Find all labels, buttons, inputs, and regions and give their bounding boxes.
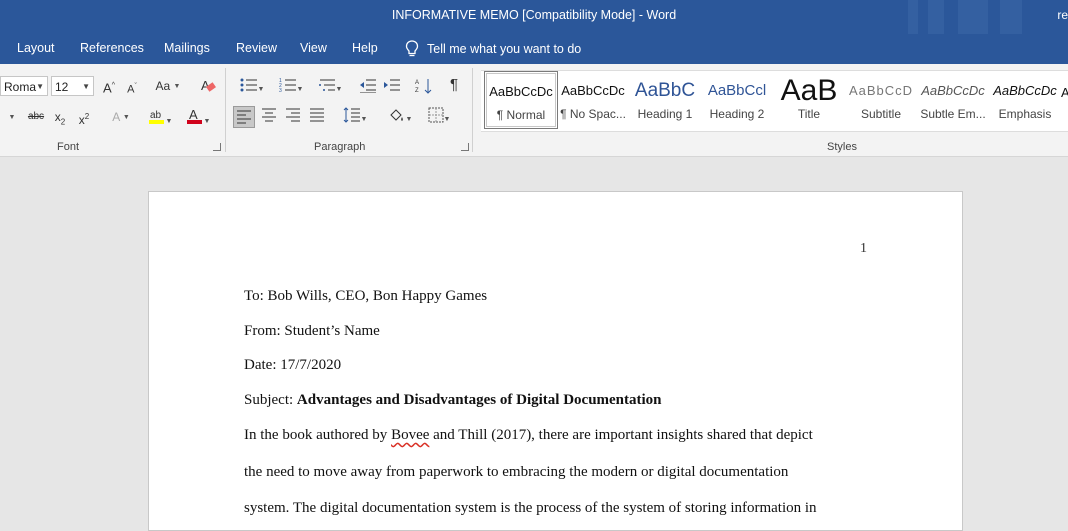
decrease-indent-icon[interactable]: [358, 77, 378, 98]
chevron-down-icon: ▼: [36, 82, 44, 91]
show-formatting-marks-icon[interactable]: ¶: [444, 76, 464, 94]
clear-formatting-icon[interactable]: A: [198, 77, 218, 98]
font-size-value: 12: [55, 80, 69, 94]
memo-to: To: Bob Wills, CEO, Bon Happy Games: [244, 288, 488, 304]
title-bar: INFORMATIVE MEMO [Compatibility Mode] - …: [0, 0, 1068, 34]
svg-text:3: 3: [279, 88, 282, 93]
body-line: system. The digital documentation system…: [244, 500, 817, 516]
multilevel-list-icon[interactable]: ▼: [314, 77, 346, 99]
change-case-icon[interactable]: Aa ▼: [152, 77, 184, 96]
align-center-icon[interactable]: [260, 108, 278, 127]
paragraph-dialog-launcher-icon[interactable]: [461, 143, 469, 151]
tab-review[interactable]: Review: [236, 41, 277, 55]
sort-icon[interactable]: AZ: [414, 77, 434, 100]
subscript-icon[interactable]: x2: [52, 108, 68, 131]
shading-icon[interactable]: ▼: [384, 107, 416, 129]
memo-subject: Subject: Advantages and Disadvantages of…: [244, 392, 662, 409]
body-text: In the book authored by: [244, 427, 392, 443]
style-preview: AaBbCcDc: [921, 83, 985, 98]
style-partial[interactable]: A: [1061, 85, 1068, 100]
style-preview: AaBbCcl: [707, 82, 767, 99]
tell-me-box[interactable]: Tell me what you want to do: [405, 40, 581, 58]
paragraph-group-label: Paragraph: [314, 141, 366, 153]
font-name-value: Roma: [4, 80, 37, 94]
style-name: ¶ Normal: [496, 108, 546, 122]
page-number: 1: [860, 241, 867, 256]
style-subtle-emphasis[interactable]: AaBbCcDc Subtle Em...: [917, 71, 989, 129]
borders-icon[interactable]: ▼: [423, 107, 455, 129]
superscript-icon[interactable]: x2: [76, 108, 92, 129]
font-dialog-launcher-icon[interactable]: [213, 143, 221, 151]
style-preview: AaBbCcD: [848, 83, 914, 98]
body-text: and Thill (2017), there are important in…: [429, 427, 813, 443]
window-title: INFORMATIVE MEMO [Compatibility Mode] - …: [391, 8, 677, 22]
group-divider: [225, 68, 226, 152]
style-name: Subtle Em...: [920, 107, 986, 121]
subject-text: Advantages and Disadvantages of Digital …: [296, 392, 662, 408]
svg-text:A: A: [415, 80, 419, 86]
font-group-label: Font: [57, 141, 80, 153]
style-emphasis[interactable]: AaBbCcDc Emphasis: [989, 71, 1061, 129]
style-heading-1[interactable]: AaBbC Heading 1: [629, 71, 701, 129]
misspelled-word[interactable]: Bovee: [391, 427, 429, 443]
style-preview: AaBbCcDc: [489, 84, 553, 99]
font-size-select[interactable]: 12 ▼: [51, 76, 94, 96]
highlight-color-icon[interactable]: ab ▼: [143, 107, 177, 131]
account-name[interactable]: re: [1057, 8, 1068, 22]
lightbulb-icon: [405, 40, 419, 57]
style-preview: AaBbCcDc: [561, 83, 625, 98]
increase-indent-icon[interactable]: [382, 77, 402, 98]
document-page[interactable]: 1 To: Bob Wills, CEO, Bon Happy Games Fr…: [148, 191, 963, 531]
style-no-spacing[interactable]: AaBbCcDc ¶ No Spac...: [557, 71, 629, 129]
style-name: Subtitle: [860, 107, 902, 121]
style-name: Heading 2: [709, 107, 765, 121]
tab-layout[interactable]: Layout: [17, 41, 55, 55]
styles-gallery: AaBbCcDc ¶ Normal AaBbCcDc ¶ No Spac... …: [481, 70, 1068, 132]
styles-group-label: Styles: [827, 141, 857, 153]
subject-label: Subject:: [244, 392, 297, 408]
style-name: Heading 1: [637, 107, 693, 121]
tell-me-text: Tell me what you want to do: [427, 42, 582, 56]
style-subtitle[interactable]: AaBbCcD Subtitle: [845, 71, 917, 129]
line-spacing-icon[interactable]: ▼: [339, 107, 371, 129]
chevron-down-icon[interactable]: ▼: [6, 108, 18, 127]
style-name: Title: [797, 107, 821, 121]
align-left-icon[interactable]: [233, 106, 255, 128]
shrink-font-icon[interactable]: Aˇ: [124, 78, 140, 99]
style-name: ¶ No Spac...: [560, 107, 626, 121]
numbering-icon[interactable]: 1 2 3 ▼: [275, 77, 307, 99]
ribbon-tabs: Layout References Mailings Review View H…: [0, 34, 1068, 64]
tab-references[interactable]: References: [80, 41, 144, 55]
tab-view[interactable]: View: [300, 41, 327, 55]
body-line: In the book authored by Bovee and Thill …: [244, 427, 813, 444]
tab-mailings[interactable]: Mailings: [164, 41, 210, 55]
tab-help[interactable]: Help: [352, 41, 378, 55]
svg-text:ab: ab: [150, 110, 162, 121]
align-right-icon[interactable]: [284, 108, 302, 127]
svg-text:A: A: [189, 107, 198, 122]
memo-date: Date: 17/7/2020: [244, 357, 342, 373]
style-preview: AaBbC: [634, 80, 696, 101]
style-heading-2[interactable]: AaBbCcl Heading 2: [701, 71, 773, 129]
style-name: Emphasis: [998, 107, 1052, 121]
strikethrough-icon[interactable]: abc: [27, 108, 45, 126]
style-preview: AaB: [780, 75, 838, 107]
bullets-icon[interactable]: ▼: [236, 77, 268, 99]
style-title[interactable]: AaB Title: [773, 71, 845, 129]
font-color-icon[interactable]: A ▼: [182, 107, 214, 131]
group-divider: [472, 68, 473, 152]
memo-from: From: Student’s Name: [244, 323, 380, 339]
style-preview: AaBbCcDc: [993, 83, 1057, 98]
font-name-select[interactable]: Roma ▼: [0, 76, 48, 96]
text-effects-icon[interactable]: A ▼: [106, 108, 136, 127]
grow-font-icon[interactable]: A^: [100, 77, 118, 97]
body-line: the need to move away from paperwork to …: [244, 464, 789, 480]
justify-icon[interactable]: [308, 108, 326, 127]
svg-text:Z: Z: [415, 88, 419, 94]
chevron-down-icon: ▼: [82, 82, 90, 91]
style-normal[interactable]: AaBbCcDc ¶ Normal: [484, 71, 558, 129]
